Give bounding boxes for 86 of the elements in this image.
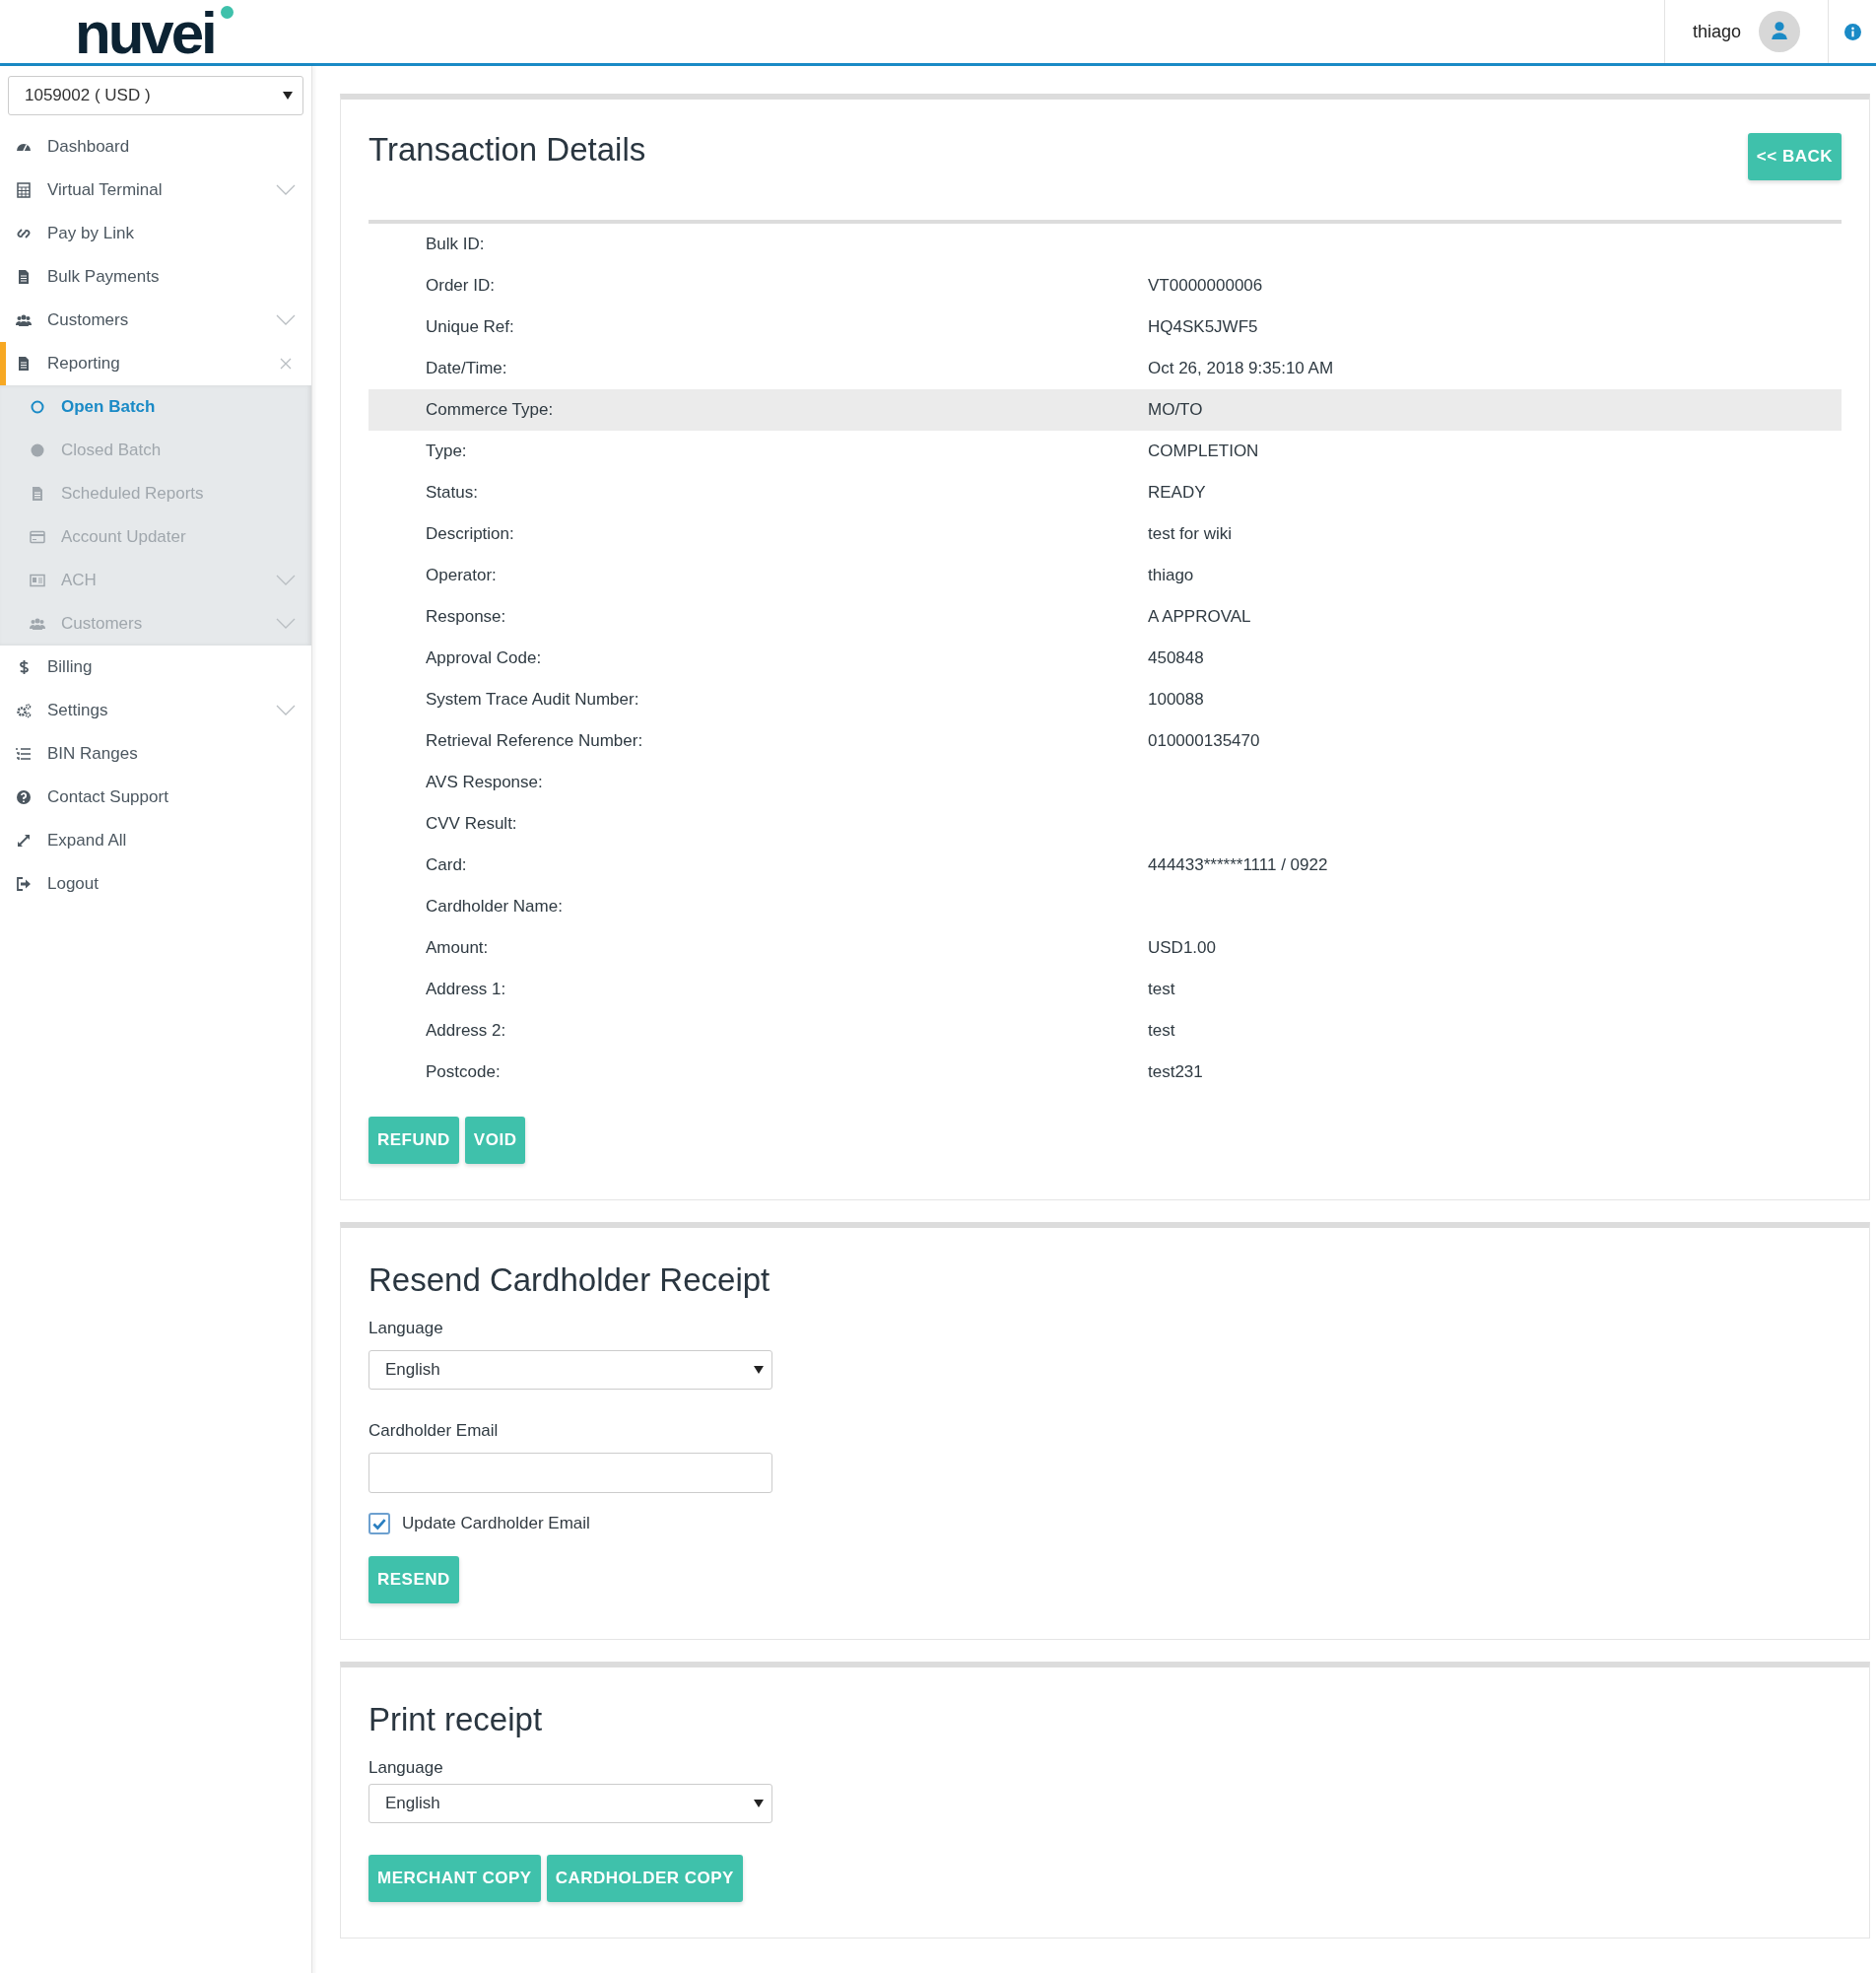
field-label: Type: — [425, 442, 468, 461]
users-icon — [30, 616, 45, 632]
field-label: Address 1: — [425, 980, 507, 999]
field-label: Language — [368, 1319, 444, 1338]
logo[interactable]: nuvei — [75, 4, 215, 63]
nav-item[interactable]: BIN Ranges — [0, 732, 311, 776]
field-value: USD1.00 — [1148, 938, 1217, 958]
field-value: Oct 26, 2018 9:35:10 AM — [1148, 359, 1335, 378]
card-title: Transaction Details — [368, 131, 646, 169]
field-value: test — [1148, 1021, 1176, 1041]
document-icon — [30, 486, 45, 502]
field-value: test — [1148, 980, 1176, 999]
users-icon — [16, 312, 32, 328]
field-label: Date/Time: — [425, 359, 508, 378]
caret-icon — [754, 1366, 764, 1374]
nav-item[interactable]: Customers — [0, 299, 311, 342]
account-select[interactable]: 1059002 ( USD ) — [8, 76, 303, 115]
caret-icon — [283, 92, 293, 100]
field-label: CVV Result: — [425, 814, 518, 834]
nav-item[interactable]: Bulk Payments — [0, 255, 311, 299]
field-label: Operator: — [425, 566, 498, 585]
nav-item[interactable]: Contact Support — [0, 776, 311, 819]
card-title: Print receipt — [368, 1701, 544, 1738]
field-value: READY — [1148, 483, 1207, 503]
field-label: Response: — [425, 607, 507, 627]
nav-item[interactable]: Billing — [0, 646, 311, 689]
nav-item[interactable]: Expand All — [0, 819, 311, 862]
circle-icon — [30, 442, 45, 458]
checkbox[interactable] — [368, 1513, 390, 1534]
field-label: Postcode: — [425, 1062, 502, 1082]
field-value: VT0000000006 — [1148, 276, 1264, 296]
field-value: test231 — [1148, 1062, 1204, 1082]
field-value: 010000135470 — [1148, 731, 1261, 751]
card-icon — [30, 529, 45, 545]
field-label: Card: — [425, 855, 468, 875]
email-field[interactable] — [368, 1453, 772, 1493]
nav-item[interactable]: Virtual Terminal — [0, 169, 311, 212]
field-label: Address 2: — [425, 1021, 507, 1041]
checkbox-label: Update Cardholder Email — [402, 1514, 590, 1533]
field-value: test for wiki — [1148, 524, 1234, 544]
field-label: Order ID: — [425, 276, 496, 296]
field-value: 444433******1111 / 0922 — [1148, 855, 1329, 875]
field-label: Retrieval Reference Number: — [425, 731, 644, 751]
field-label: AVS Response: — [425, 773, 544, 792]
field-label: Cardholder Email — [368, 1421, 500, 1441]
nav-item[interactable]: Reporting — [0, 342, 311, 385]
user-menu[interactable]: thiago — [1663, 0, 1829, 63]
calculator-icon — [16, 182, 32, 198]
field-label: Description: — [425, 524, 515, 544]
logo-dot-icon — [221, 6, 234, 19]
field-label: Commerce Type: — [425, 400, 555, 420]
ring-icon — [30, 399, 45, 415]
field-value: HQ4SK5JWF5 — [1148, 317, 1259, 337]
caret-icon — [754, 1800, 764, 1807]
gears-icon — [16, 703, 32, 718]
field-label: Cardholder Name: — [425, 897, 564, 917]
document-icon — [16, 269, 32, 285]
nav-item[interactable]: Pay by Link — [0, 212, 311, 255]
logout-icon — [16, 876, 32, 892]
field-label: Language — [368, 1758, 444, 1778]
field-label: Unique Ref: — [425, 317, 515, 337]
info-icon[interactable] — [1843, 23, 1861, 40]
expand-icon — [16, 833, 32, 849]
field-label: Amount: — [425, 938, 490, 958]
nav-item[interactable]: Logout — [0, 862, 311, 906]
help-icon — [16, 789, 32, 805]
document-icon — [16, 356, 32, 372]
field-label: Bulk ID: — [425, 235, 486, 254]
avatar-icon — [1759, 11, 1800, 52]
field-value: COMPLETION — [1148, 442, 1260, 461]
field-value: MO/TO — [1148, 400, 1204, 420]
id-card-icon — [30, 573, 45, 588]
field-value: 450848 — [1148, 648, 1205, 668]
nav-item[interactable]: Dashboard — [0, 125, 311, 169]
field-label: Status: — [425, 483, 479, 503]
language-select[interactable]: English — [368, 1784, 772, 1823]
field-label: Approval Code: — [425, 648, 543, 668]
field-value: 100088 — [1148, 690, 1205, 710]
list-icon — [16, 746, 32, 762]
nav-item[interactable]: Settings — [0, 689, 311, 732]
language-select[interactable]: English — [368, 1350, 772, 1390]
field-value: thiago — [1148, 566, 1195, 585]
field-label: System Trace Audit Number: — [425, 690, 640, 710]
field-value: A APPROVAL — [1148, 607, 1252, 627]
user-name: thiago — [1692, 21, 1741, 42]
card-title: Resend Cardholder Receipt — [368, 1261, 771, 1299]
